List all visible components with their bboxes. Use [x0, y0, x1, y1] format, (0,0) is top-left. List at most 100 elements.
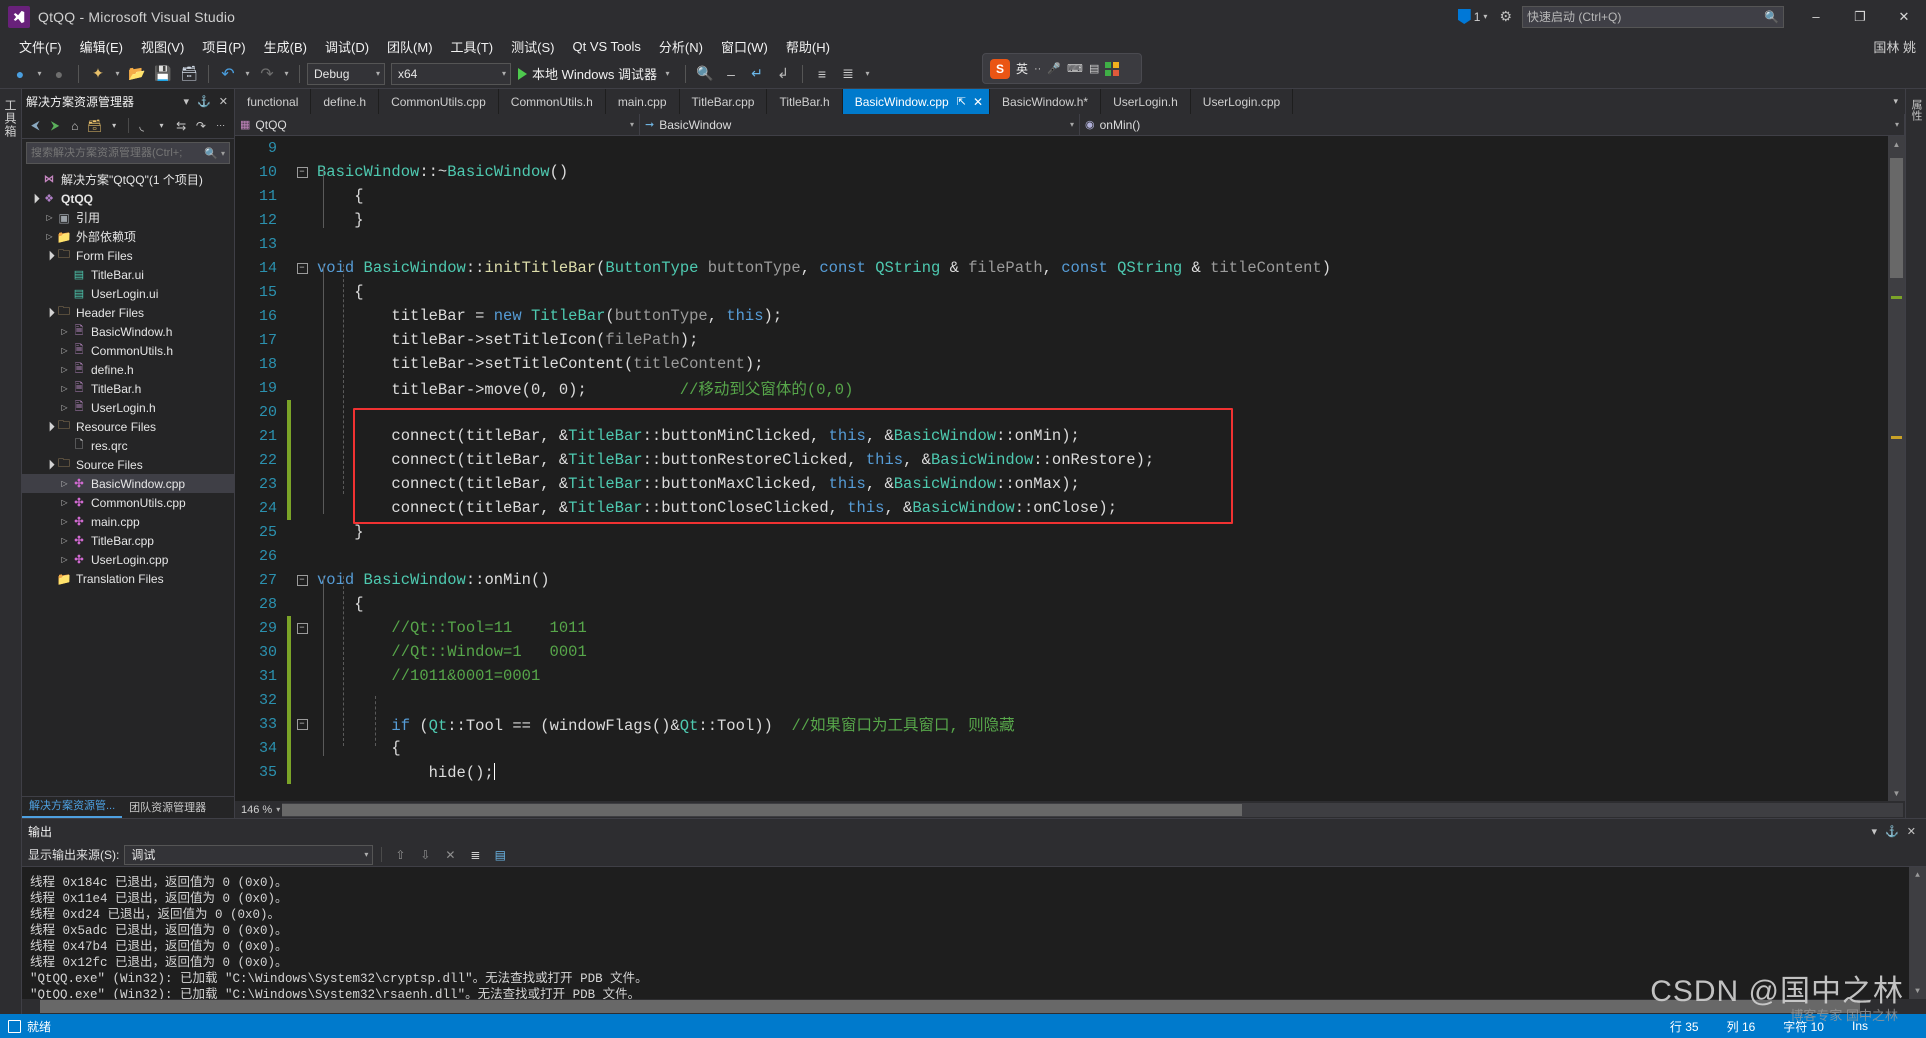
tab-overflow-icon[interactable]: ▾ — [1886, 89, 1905, 114]
expand-twisty-icon[interactable]: ▷ — [58, 346, 71, 355]
editor-tab-strip[interactable]: functional define.h CommonUtils.cpp CommonU… — [235, 89, 1905, 114]
editor-vertical-scrollbar[interactable]: ▲ ▼ — [1888, 136, 1905, 801]
menu-analyze[interactable]: 分析(N) — [650, 34, 712, 59]
menu-view[interactable]: 视图(V) — [132, 34, 193, 59]
fold-margin[interactable]: − — [291, 262, 313, 274]
menu-file[interactable]: 文件(F) — [10, 34, 71, 59]
code-line[interactable]: 20 — [235, 400, 1888, 424]
solution-platform-select[interactable]: x64 ▾ — [391, 62, 511, 85]
tree-item[interactable]: ◢ ❖ QtQQ — [22, 189, 234, 208]
solution-configuration-select[interactable]: Debug ▾ — [307, 62, 385, 85]
menu-debug[interactable]: 调试(D) — [316, 34, 378, 59]
toggle-word-wrap-icon[interactable]: ≣ — [465, 845, 485, 865]
expand-twisty-icon[interactable]: ▷ — [58, 327, 71, 336]
editor-tab[interactable]: UserLogin.h — [1101, 89, 1191, 114]
menu-window[interactable]: 窗口(W) — [712, 34, 777, 59]
code-line[interactable]: 12 } — [235, 208, 1888, 232]
collapse-region-icon[interactable]: − — [296, 718, 308, 730]
tree-item[interactable]: ▷ 🗎 TitleBar.h — [22, 379, 234, 398]
tree-item[interactable]: ◢ 🗀 Header Files — [22, 303, 234, 322]
expand-twisty-icon[interactable]: ▷ — [58, 555, 71, 564]
code-line[interactable]: 23 connect(titleBar, &TitleBar::buttonMa… — [235, 472, 1888, 496]
undo-dropdown-icon[interactable]: ▾ — [242, 62, 253, 86]
clear-all-icon[interactable]: ✕ — [440, 845, 460, 865]
output-source-select[interactable]: 调试 ▾ — [124, 844, 374, 865]
collapse-region-icon[interactable]: − — [296, 166, 308, 178]
redo-icon[interactable]: ↷ — [255, 62, 279, 86]
code-line[interactable]: 25 } — [235, 520, 1888, 544]
code-line[interactable]: 27 − void BasicWindow::onMin() — [235, 568, 1888, 592]
quick-launch-input[interactable]: 快速启动 (Ctrl+Q) 🔍 — [1522, 5, 1784, 28]
tree-item[interactable]: ▷ 🗎 CommonUtils.h — [22, 341, 234, 360]
tree-item[interactable]: ▤ TitleBar.ui — [22, 265, 234, 284]
ime-language-label[interactable]: 英 — [1016, 60, 1028, 77]
editor-tab[interactable]: main.cpp — [606, 89, 680, 114]
tree-item[interactable]: ▷ ✣ UserLogin.cpp — [22, 550, 234, 569]
fold-margin[interactable]: − — [291, 166, 313, 178]
code-text-area[interactable]: 9 10− BasicWindow::~BasicWindow() 11 {12 } 1… — [235, 136, 1888, 801]
code-line[interactable]: 35 hide(); — [235, 760, 1888, 784]
expand-twisty-icon[interactable]: ▷ — [43, 213, 56, 222]
tree-item[interactable]: ▤ UserLogin.ui — [22, 284, 234, 303]
toolbox-icon[interactable]: ▤ — [1089, 62, 1099, 75]
editor-tab[interactable]: CommonUtils.cpp — [379, 89, 499, 114]
scroll-up-icon[interactable]: ▲ — [1888, 136, 1905, 152]
step-icon[interactable]: – — [719, 62, 743, 86]
new-project-icon[interactable]: ✦ — [86, 62, 110, 86]
refresh-icon[interactable]: ⇆ — [172, 116, 191, 136]
expand-twisty-icon[interactable]: ▷ — [58, 498, 71, 507]
forward-icon[interactable]: ⮞ — [46, 116, 65, 136]
tab-team-explorer[interactable]: 团队资源管理器 — [122, 796, 213, 818]
code-line[interactable]: 9 — [235, 136, 1888, 160]
solution-search-input[interactable] — [31, 147, 202, 159]
editor-tab[interactable]: BasicWindow.cpp ⇱ ✕ — [842, 89, 991, 114]
code-line[interactable]: 30 //Qt::Window=1 0001 — [235, 640, 1888, 664]
maximize-button[interactable]: ❐ — [1838, 0, 1882, 33]
close-icon[interactable]: ✕ — [1903, 825, 1920, 838]
output-hscroll-thumb[interactable] — [40, 1000, 1860, 1013]
zoom-control[interactable]: 146 % ▾ — [235, 804, 280, 816]
navigate-forward-icon[interactable]: ● — [47, 62, 71, 86]
tab-solution-explorer[interactable]: 解决方案资源管... — [22, 794, 123, 818]
tree-item[interactable]: ▷ 📁 外部依赖项 — [22, 227, 234, 246]
output-scroll-down-icon[interactable]: ▼ — [1909, 983, 1926, 999]
collapse-region-icon[interactable]: − — [296, 262, 308, 274]
save-all-icon[interactable]: 🗃 — [177, 62, 201, 86]
tree-item[interactable]: ▷ 🗎 define.h — [22, 360, 234, 379]
attach-process-icon[interactable]: 🔍 — [693, 62, 717, 86]
editor-tab[interactable]: UserLogin.cpp — [1191, 89, 1294, 114]
microphone-icon[interactable]: 🎤 — [1047, 62, 1061, 75]
tree-item[interactable]: ▷ ✣ TitleBar.cpp — [22, 531, 234, 550]
fold-margin[interactable]: − — [291, 718, 313, 730]
minimize-button[interactable]: – — [1794, 0, 1838, 33]
tree-item[interactable]: ◢ 🗀 Resource Files — [22, 417, 234, 436]
scrollbar-thumb[interactable] — [1890, 158, 1903, 278]
tree-item[interactable]: ▷ ▣ 引用 — [22, 208, 234, 227]
search-icon[interactable]: 🔍 — [204, 147, 218, 160]
pending-changes-dropdown-icon[interactable]: ▾ — [105, 116, 124, 136]
code-line[interactable]: 26 — [235, 544, 1888, 568]
sync-with-active-document-icon[interactable]: ◟ — [132, 116, 151, 136]
code-line[interactable]: 22 connect(titleBar, &TitleBar::buttonRe… — [235, 448, 1888, 472]
code-line[interactable]: 16 titleBar = new TitleBar(buttonType, t… — [235, 304, 1888, 328]
expand-twisty-icon[interactable]: ▷ — [58, 365, 71, 374]
chevron-down-icon[interactable]: ▾ — [182, 95, 192, 108]
code-line[interactable]: 34 { — [235, 736, 1888, 760]
fold-margin[interactable]: − — [291, 622, 313, 634]
find-message-up-icon[interactable]: ⇧ — [390, 845, 410, 865]
uncomment-selection-icon[interactable]: ↲ — [771, 62, 795, 86]
find-message-down-icon[interactable]: ⇩ — [415, 845, 435, 865]
indent-icon[interactable]: ≡ — [810, 62, 834, 86]
code-line[interactable]: 18 titleBar->setTitleContent(titleConten… — [235, 352, 1888, 376]
hscrollbar-thumb[interactable] — [282, 803, 1243, 816]
tree-item[interactable]: 🗋 res.qrc — [22, 436, 234, 455]
menu-team[interactable]: 团队(M) — [378, 34, 442, 59]
toolbar-overflow-icon[interactable]: ▾ — [862, 62, 873, 86]
solution-tree[interactable]: ⋈ 解决方案"QtQQ"(1 个项目) ◢ ❖ QtQQ ▷ ▣ 引用 ▷ 📁 外部依赖项 ◢ 🗀 For… — [22, 167, 234, 796]
output-horizontal-scrollbar[interactable] — [22, 999, 1926, 1014]
start-debugging-dropdown-icon[interactable]: ▾ — [662, 62, 673, 86]
scroll-down-icon[interactable]: ▼ — [1888, 785, 1905, 801]
undo-icon[interactable]: ↶ — [216, 62, 240, 86]
code-line[interactable]: 15 { — [235, 280, 1888, 304]
keyboard-icon[interactable]: ⌨ — [1067, 62, 1083, 75]
